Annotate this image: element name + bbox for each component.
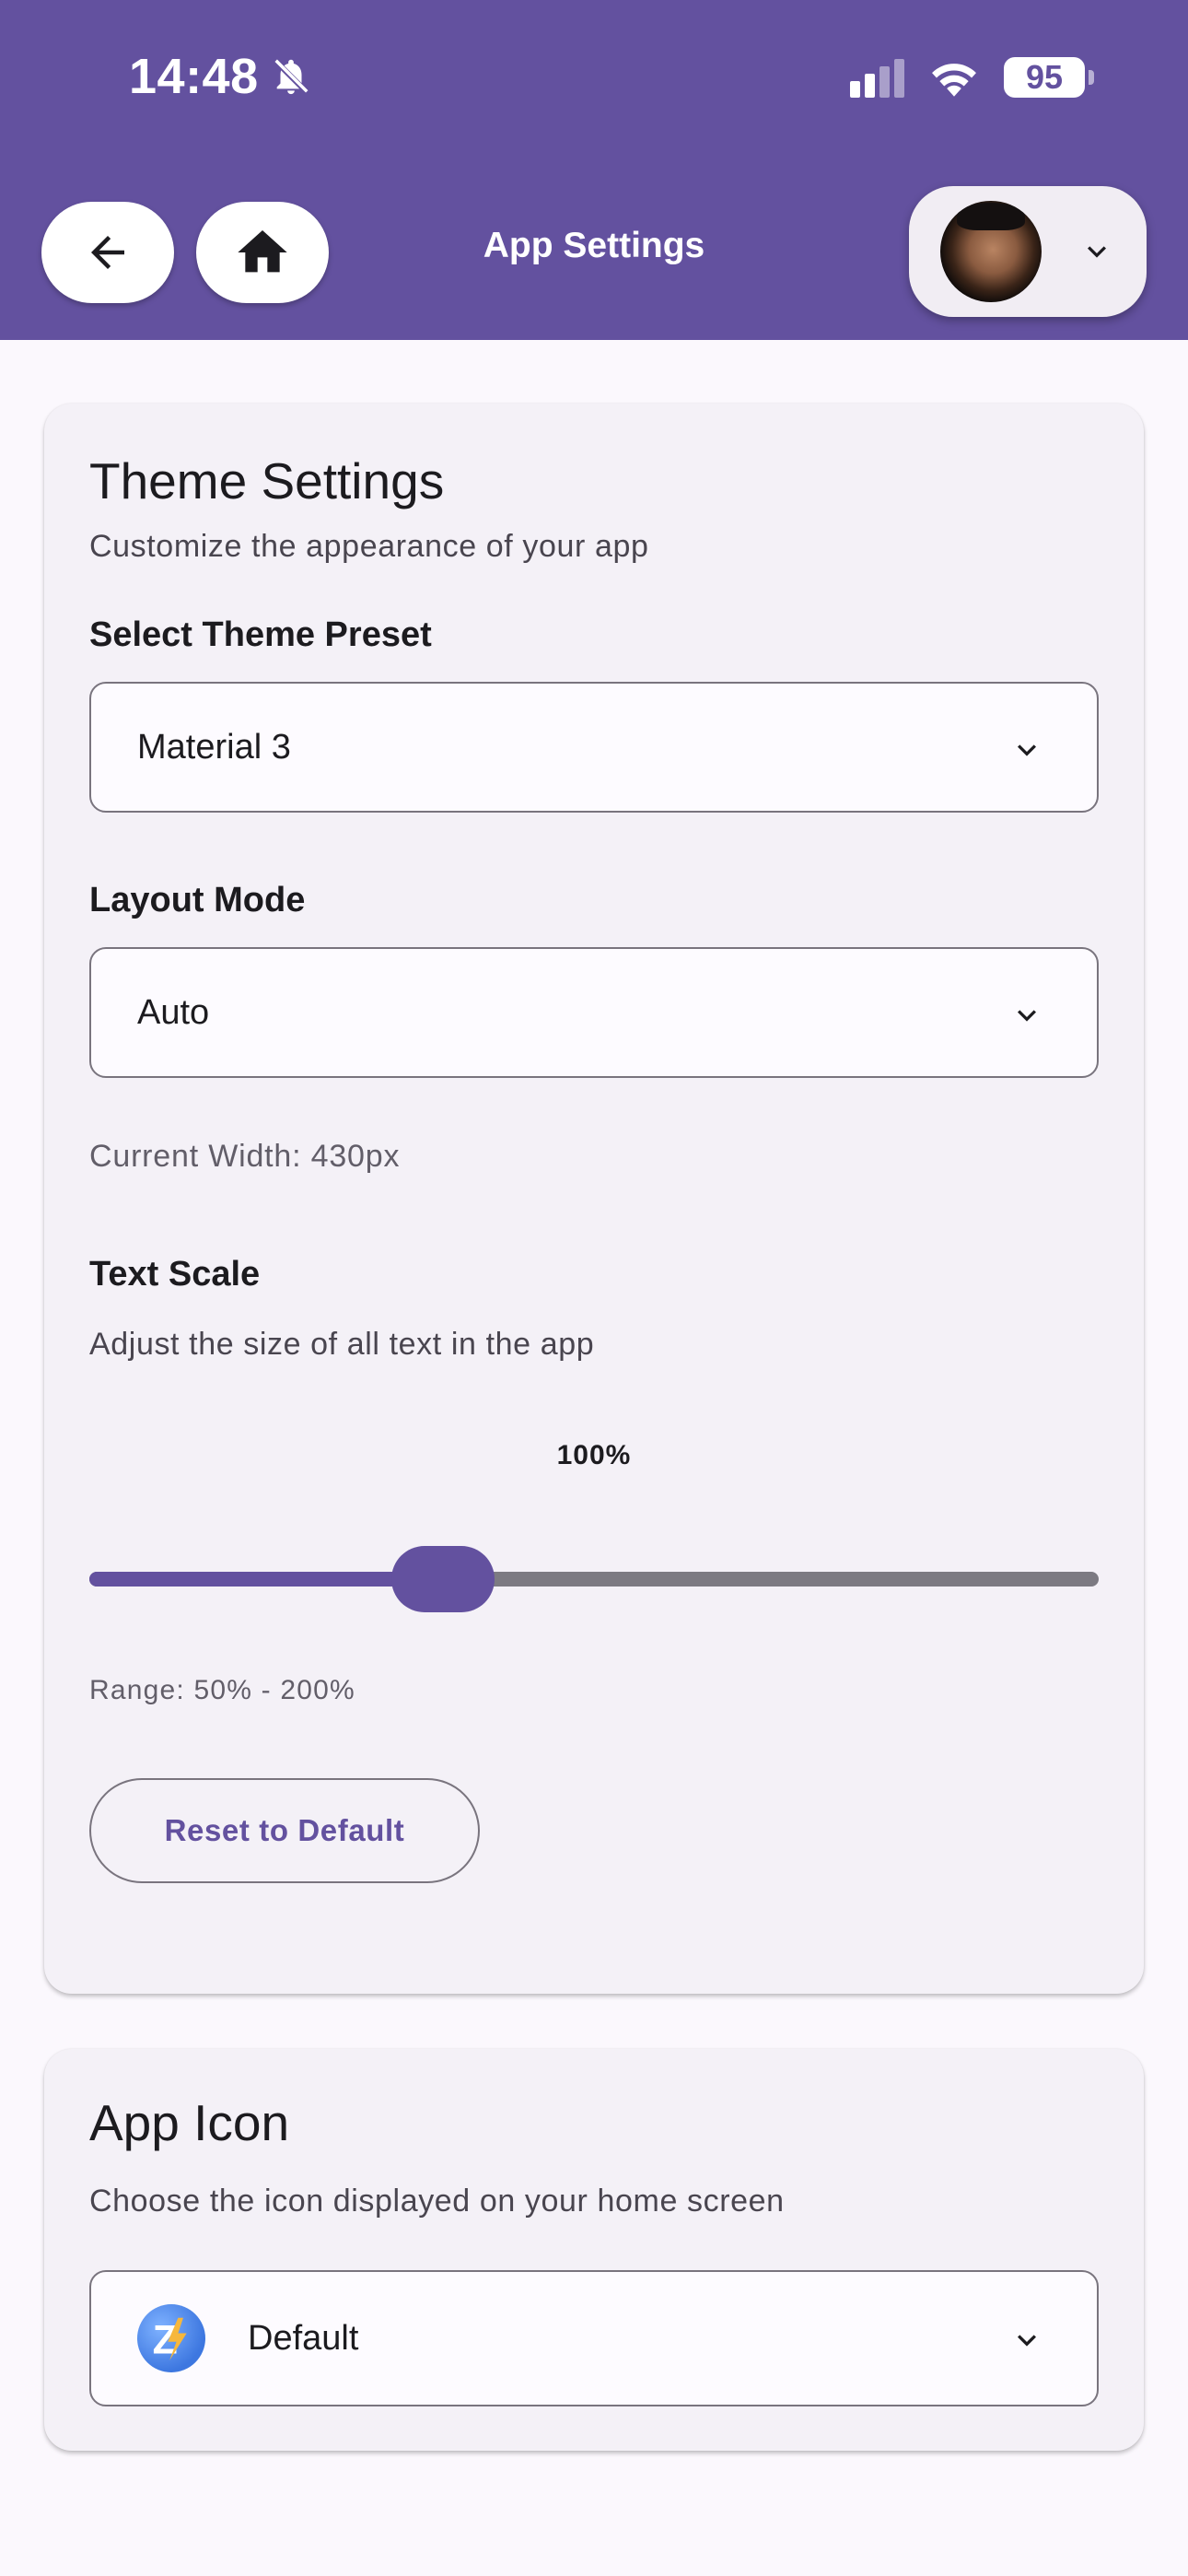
theme-settings-title: Theme Settings [89, 452, 445, 509]
text-scale-range: Range: 50% - 200% [89, 1675, 355, 1705]
wifi-icon [932, 64, 976, 97]
account-menu-button[interactable] [909, 186, 1147, 317]
home-icon [238, 230, 287, 273]
theme-preset-select[interactable]: Material 3 [89, 682, 1099, 813]
layout-mode-value: Auto [137, 992, 210, 1032]
battery-level: 95 [1025, 58, 1064, 96]
theme-settings-card: Theme Settings Customize the appearance … [44, 404, 1144, 1994]
theme-preset-label: Select Theme Preset [89, 615, 432, 654]
bell-off-icon [273, 58, 309, 95]
layout-mode-select[interactable]: Auto [89, 947, 1099, 1078]
cellular-signal-icon [850, 57, 904, 98]
home-button[interactable] [196, 202, 329, 303]
app-icon-value: Default [248, 2318, 359, 2358]
app-header: 14:48 95 App Settings [0, 0, 1188, 340]
chevron-down-icon [1018, 1010, 1036, 1022]
avatar [940, 201, 1042, 302]
page-title: App Settings [483, 226, 705, 265]
current-width-text: Current Width: 430px [89, 1139, 401, 1174]
app-icon-title: App Icon [89, 2094, 290, 2151]
theme-preset-value: Material 3 [137, 727, 291, 767]
chevron-down-icon [1018, 2335, 1036, 2347]
theme-settings-subtitle: Customize the appearance of your app [89, 529, 649, 564]
text-scale-description: Adjust the size of all text in the app [89, 1327, 595, 1362]
chevron-down-icon [1018, 744, 1036, 756]
back-button[interactable] [41, 202, 174, 303]
status-bar-time: 14:48 [129, 48, 312, 105]
text-scale-value: 100% [556, 1440, 632, 1470]
app-icon-select[interactable]: Z Default [89, 2270, 1099, 2406]
text-scale-label: Text Scale [89, 1255, 261, 1294]
layout-mode-label: Layout Mode [89, 881, 306, 919]
app-icon-subtitle: Choose the icon displayed on your home s… [89, 2184, 785, 2219]
battery-icon: 95 [1004, 57, 1094, 98]
app-logo-icon: Z [137, 2304, 205, 2372]
clock-text: 14:48 [129, 49, 259, 104]
arrow-back-icon [91, 236, 124, 269]
slider-active-track [89, 1572, 443, 1587]
chevron-down-icon [1088, 246, 1106, 258]
text-scale-slider[interactable] [89, 1537, 1099, 1620]
slider-thumb[interactable] [391, 1546, 495, 1612]
app-icon-card: App Icon Choose the icon displayed on yo… [44, 2049, 1144, 2451]
reset-to-default-button[interactable]: Reset to Default [89, 1778, 480, 1883]
status-icons: 95 [850, 57, 1094, 98]
